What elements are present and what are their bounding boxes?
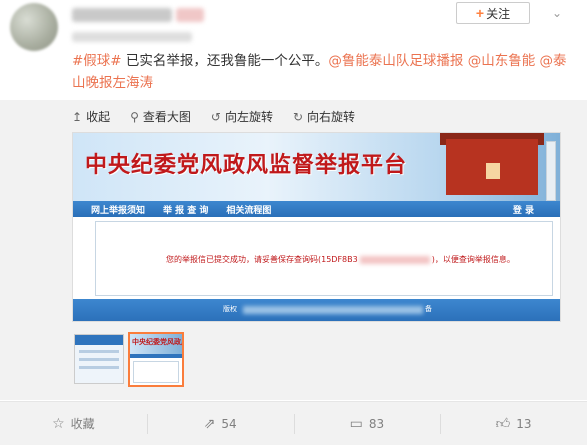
repost-icon: ⇗	[203, 415, 216, 432]
mention-link[interactable]: @山东鲁能	[468, 53, 536, 69]
footer-suffix: 备	[425, 305, 432, 313]
rotate-right-button[interactable]: ↻ 向右旋转	[293, 108, 355, 125]
thumb-body	[133, 361, 179, 383]
comment-count: 83	[368, 416, 385, 431]
post-meta-blurred	[72, 32, 192, 42]
login-link: 登 录	[512, 205, 534, 216]
thumb-header	[75, 335, 123, 345]
thumb-title: 中央纪委党风政风监督举报平台	[130, 334, 182, 354]
nav-item: 相关流程图	[226, 205, 272, 216]
collapse-icon: ↥	[72, 109, 83, 124]
thumbnail-2-selected[interactable]: 中央纪委党风政风监督举报平台	[128, 332, 184, 387]
rotate-right-label: 向右旋转	[307, 110, 356, 124]
thumbnail-1[interactable]	[74, 334, 124, 384]
post-body: 已实名举报，还我鲁能一个公平。	[121, 53, 329, 69]
comment-icon: ▭	[349, 415, 363, 432]
notice-prefix: 您的举报信已提交成功，请妥善保存查询码(15DF8B3	[166, 255, 358, 264]
redacted-code	[359, 255, 430, 264]
repost-button[interactable]: ⇗ 54	[146, 402, 294, 445]
like-button[interactable]: 👍︎ 13	[440, 402, 587, 445]
thumbs-up-icon: 👍︎	[495, 416, 511, 432]
favorite-button[interactable]: ☆ 收藏	[0, 402, 147, 445]
star-icon: ☆	[52, 415, 65, 432]
notice-suffix: )，以便查询举报信息。	[431, 255, 515, 264]
huabiao-pillar-shape	[546, 141, 556, 201]
site-nav: 网上举报须知 举 报 查 询 相关流程图 登 录	[73, 201, 560, 217]
like-count: 13	[516, 416, 532, 431]
hashtag-link[interactable]: #假球#	[72, 53, 122, 69]
site-footer: 版权 备	[73, 299, 560, 321]
banner-title: 中央纪委党风政风监督举报平台	[85, 152, 408, 178]
thumb-nav	[130, 354, 182, 358]
username-blurred[interactable]	[72, 8, 172, 22]
thumb-line	[79, 350, 119, 353]
avatar[interactable]	[10, 3, 58, 51]
view-large-label: 查看大图	[142, 110, 191, 124]
post-text: #假球# 已实名举报，还我鲁能一个公平。@鲁能泰山队足球播报 @山东鲁能 @泰山…	[72, 50, 577, 94]
rotate-left-icon: ↺	[210, 109, 221, 124]
follow-button[interactable]: + 关注	[456, 2, 530, 24]
favorite-label: 收藏	[70, 417, 95, 431]
rotate-right-icon: ↻	[292, 109, 304, 124]
result-panel: 您的举报信已提交成功，请妥善保存查询码(15DF8B3 )，以便查询举报信息。	[95, 221, 553, 296]
view-large-button[interactable]: ⚲ 查看大图	[130, 108, 191, 125]
zoom-icon: ⚲	[130, 109, 139, 124]
thumb-line	[79, 358, 119, 361]
report-screenshot-image[interactable]: 中央纪委党风政风监督举报平台 网上举报须知 举 报 查 询 相关流程图 登 录 …	[72, 132, 561, 322]
gate-portrait-shape	[486, 163, 500, 179]
chevron-down-icon[interactable]: ⌄	[552, 6, 562, 20]
footer-label: 版权	[223, 305, 237, 313]
media-toolbar: ↥ 收起 ⚲ 查看大图 ↺ 向左旋转 ↻ 向右旋转	[72, 108, 355, 125]
action-bar: ☆ 收藏 ⇗ 54 ▭ 83 👍︎ 13	[0, 401, 587, 445]
nav-item: 举 报 查 询	[163, 205, 209, 216]
plus-icon: +	[475, 5, 485, 21]
collapse-label: 收起	[86, 110, 111, 124]
comment-button[interactable]: ▭ 83	[293, 402, 441, 445]
thumb-line	[79, 366, 119, 369]
repost-count: 54	[221, 416, 237, 431]
collapse-button[interactable]: ↥ 收起	[72, 108, 110, 125]
footer-redacted	[243, 306, 423, 314]
mention-link[interactable]: @鲁能泰山队足球播报	[328, 53, 463, 69]
rotate-left-button[interactable]: ↺ 向左旋转	[211, 108, 273, 125]
banner: 中央纪委党风政风监督举报平台	[73, 133, 560, 201]
nav-item: 网上举报须知	[91, 205, 146, 216]
follow-label: 关注	[486, 6, 511, 21]
rotate-left-label: 向左旋转	[224, 110, 273, 124]
success-notice: 您的举报信已提交成功，请妥善保存查询码(15DF8B3 )，以便查询举报信息。	[166, 254, 515, 265]
user-badge-blurred	[176, 8, 204, 22]
